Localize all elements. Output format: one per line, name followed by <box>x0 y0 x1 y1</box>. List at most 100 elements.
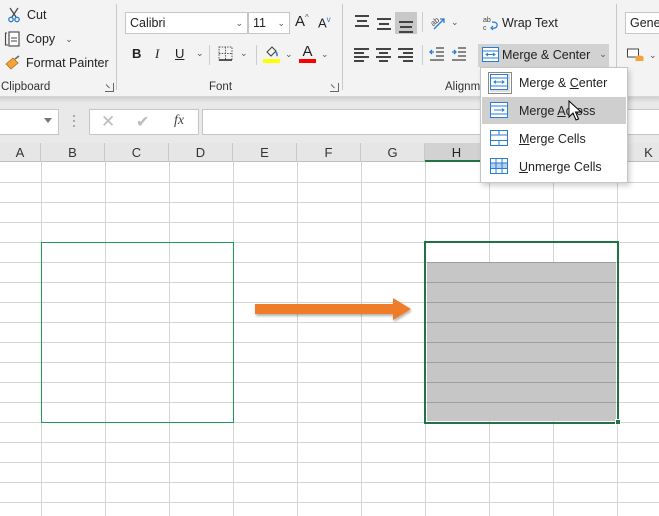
enter-check-icon[interactable]: ✔ <box>136 112 149 132</box>
column-header-g[interactable]: G <box>361 143 425 162</box>
accounting-format-button[interactable]: ⌄ <box>627 48 657 62</box>
row-gridline <box>0 502 659 503</box>
font-launcher-icon[interactable] <box>330 83 339 92</box>
text-orientation-icon: ab <box>429 15 445 30</box>
chevron-down-icon: ⌄ <box>235 17 243 28</box>
divider <box>422 45 423 65</box>
wrap-text-label: Wrap Text <box>502 16 558 30</box>
menu-item-label: Merge Cells <box>519 131 586 146</box>
column-header-b[interactable]: B <box>41 143 105 162</box>
group-separator <box>342 4 343 90</box>
copy-icon <box>4 31 20 47</box>
row-gridline <box>0 222 659 223</box>
group-separator <box>116 4 117 90</box>
chevron-down-icon: ⌄ <box>277 17 285 28</box>
menu-item-merge-across[interactable]: Merge Across <box>482 97 626 124</box>
menu-item-merge-center[interactable]: Merge & Center <box>482 69 626 96</box>
menu-item-merge-cells[interactable]: Merge Cells <box>482 125 626 152</box>
selection-before <box>41 242 234 423</box>
row-gridline <box>0 202 659 203</box>
row-gridline <box>0 442 659 443</box>
italic-button[interactable]: I <box>155 46 159 62</box>
number-format-box[interactable]: Gener <box>625 12 659 34</box>
name-box[interactable] <box>0 109 59 135</box>
underline-dropdown[interactable]: ⌄ <box>192 48 204 59</box>
cut-label: Cut <box>27 8 47 22</box>
clipboard-launcher-icon[interactable] <box>105 83 114 92</box>
decrease-indent-icon <box>429 47 444 61</box>
menu-item-unmerge-cells[interactable]: Unmerge Cells <box>482 153 626 180</box>
copy-dropdown-icon[interactable]: ⌄ <box>65 34 73 45</box>
font-name-value: Calibri <box>130 16 166 30</box>
bottom-align-button[interactable] <box>395 12 417 34</box>
row-gridline <box>0 482 659 483</box>
increase-indent-icon <box>452 47 466 61</box>
cancel-icon[interactable]: ✕ <box>101 112 115 132</box>
accounting-format-icon <box>627 48 644 61</box>
column-header-e[interactable]: E <box>233 143 297 162</box>
wrap-text-icon: abc <box>483 17 498 31</box>
highlight-color-swatch <box>263 59 280 63</box>
menu-item-label: Merge & Center <box>519 75 608 90</box>
merge-center-button-content[interactable]: Merge & Center ⌄ <box>482 47 607 62</box>
copy-label: Copy <box>26 32 56 46</box>
copy-button[interactable]: Copy ⌄ <box>4 31 73 47</box>
decrease-font-size-button[interactable]: Av <box>318 15 331 30</box>
drag-handle[interactable] <box>73 115 75 129</box>
svg-text:ab: ab <box>429 15 442 28</box>
merge-across-icon <box>490 101 510 120</box>
font-size-value: 11 <box>253 16 266 30</box>
svg-text:ab: ab <box>483 17 491 24</box>
font-size-box[interactable]: 11 ⌄ <box>248 12 290 34</box>
bold-button[interactable]: B <box>132 46 141 61</box>
font-name-box[interactable]: Calibri ⌄ <box>125 12 248 34</box>
wrap-text-button[interactable]: ab c Wrap Text <box>483 15 558 31</box>
align-left-button[interactable] <box>354 48 370 62</box>
caret-down-icon[interactable] <box>44 118 52 123</box>
fill-handle[interactable] <box>615 419 621 425</box>
decrease-indent-button[interactable] <box>429 47 445 64</box>
align-center-button[interactable] <box>376 48 392 62</box>
merge-center-icon <box>482 47 499 62</box>
fill-color-icon <box>263 44 280 64</box>
font-color-icon: A <box>299 44 316 64</box>
merge-center-icon <box>488 71 512 94</box>
increase-font-size-button[interactable]: A^ <box>295 13 309 30</box>
font-color-button[interactable]: A ⌄ <box>299 44 329 64</box>
column-header-c[interactable]: C <box>105 143 169 162</box>
align-right-button[interactable] <box>398 48 414 62</box>
alignment-group-label: Alignm <box>445 81 481 93</box>
cut-button[interactable]: Cut <box>6 7 46 23</box>
svg-text:c: c <box>483 25 487 31</box>
chevron-down-icon[interactable]: ⌄ <box>599 49 607 60</box>
row-gridline <box>0 462 659 463</box>
format-painter-label: Format Painter <box>26 56 109 70</box>
divider <box>209 45 210 65</box>
format-painter-button[interactable]: Format Painter <box>4 55 109 71</box>
insert-function-icon[interactable]: fx <box>174 113 184 129</box>
underline-button[interactable]: U <box>175 46 184 61</box>
borders-button[interactable]: ⌄ <box>218 46 248 61</box>
divider <box>422 12 423 32</box>
column-header-d[interactable]: D <box>169 143 233 162</box>
column-header-a[interactable]: A <box>0 143 41 162</box>
right-arrow-icon <box>255 298 411 320</box>
top-align-button[interactable] <box>354 15 370 29</box>
fill-color-button[interactable]: ⌄ <box>263 44 293 64</box>
increase-indent-button[interactable] <box>451 47 467 64</box>
column-header-f[interactable]: F <box>297 143 361 162</box>
orientation-button[interactable]: ab ⌄ <box>429 13 459 31</box>
increase-font-icon: A^ <box>295 13 309 30</box>
scissors-icon <box>8 7 20 23</box>
chevron-down-icon: ⌄ <box>649 49 657 60</box>
middle-align-button[interactable] <box>376 16 392 30</box>
chevron-down-icon: ⌄ <box>285 48 293 59</box>
chevron-down-icon: ⌄ <box>240 48 248 58</box>
menu-item-label: Merge Across <box>519 103 596 118</box>
merge-center-label: Merge & Center <box>502 47 591 62</box>
chevron-down-icon: ⌄ <box>196 48 204 58</box>
number-format-value: Gener <box>630 16 659 30</box>
divider <box>256 45 257 65</box>
formula-buttons: ✕ ✔ fx <box>89 109 199 135</box>
unmerge-cells-icon <box>490 157 510 176</box>
